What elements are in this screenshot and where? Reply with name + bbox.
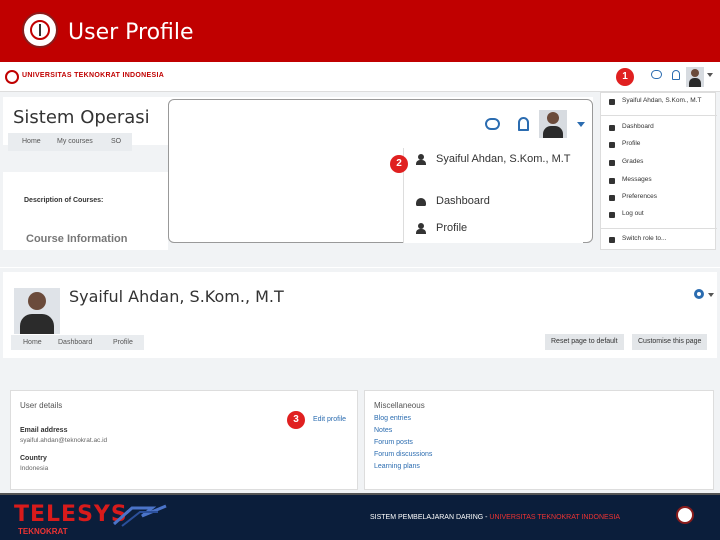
profile-page-screenshot: Syaiful Ahdan, S.Kom., M.T Home Dashboar…: [0, 268, 720, 493]
callout-badge-2: 2: [390, 155, 408, 173]
miscellaneous-title: Miscellaneous: [374, 401, 425, 410]
learning-plans-link[interactable]: Learning plans: [374, 463, 420, 470]
callout-badge-1: 1: [616, 68, 634, 86]
gear-icon[interactable]: [694, 289, 704, 299]
chevron-down-icon[interactable]: [708, 293, 714, 297]
page-title: User Profile: [68, 20, 194, 45]
dashboard-icon: [609, 125, 615, 131]
side-menu-messages[interactable]: Messages: [601, 172, 717, 190]
grades-table-icon: [609, 160, 615, 166]
customise-page-button[interactable]: Customise this page: [632, 334, 708, 350]
user-dropdown-menu: Syaiful Ahdan, S.Kom., M.T Dashboard Pro…: [403, 148, 583, 243]
side-menu-dashboard[interactable]: Dashboard: [601, 119, 717, 137]
chevron-down-icon[interactable]: [577, 122, 585, 127]
forum-posts-link[interactable]: Forum posts: [374, 439, 413, 446]
breadcrumb-dashboard[interactable]: Dashboard: [52, 335, 98, 350]
telesys-logo-text: TELESYS: [14, 502, 128, 527]
side-menu-user-name[interactable]: Syaiful Ahdan, S.Kom., M.T: [601, 93, 717, 111]
person-icon: [416, 154, 426, 165]
person-icon: [609, 99, 615, 105]
university-seal-icon: [676, 506, 694, 524]
menu-user-name[interactable]: Syaiful Ahdan, S.Kom., M.T: [404, 148, 584, 174]
miscellaneous-panel: Miscellaneous Blog entries Notes Forum p…: [364, 390, 714, 490]
profile-name: Syaiful Ahdan, S.Kom., M.T: [69, 287, 284, 306]
callout-badge-3: 3: [287, 411, 305, 429]
footer-caption-a: SISTEM PEMBELAJARAN DARING -: [370, 514, 488, 521]
notifications-bell-icon[interactable]: [672, 70, 680, 80]
breadcrumb-home[interactable]: Home: [16, 133, 47, 151]
menu-item-dashboard-label: Dashboard: [436, 195, 490, 207]
email-label: Email address: [20, 427, 68, 434]
description-label: Description of Courses:: [24, 197, 104, 204]
breadcrumb-my-courses[interactable]: My courses: [51, 133, 99, 151]
side-menu-profile-label: Profile: [622, 140, 641, 147]
zoomed-user-menu: Syaiful Ahdan, S.Kom., M.T Dashboard Pro…: [168, 99, 593, 243]
side-menu-grades[interactable]: Grades: [601, 154, 717, 172]
person-icon: [609, 237, 615, 243]
country-value: Indonesia: [20, 465, 49, 472]
notes-link[interactable]: Notes: [374, 427, 392, 434]
country-label: Country: [20, 455, 47, 462]
user-details-title: User details: [20, 401, 63, 410]
divider: [601, 115, 717, 116]
course-information-heading: Course Information: [26, 233, 128, 245]
telesys-swoosh-icon: [113, 504, 167, 527]
university-name[interactable]: UNIVERSITAS TEKNOKRAT INDONESIA: [22, 72, 164, 79]
breadcrumb-home[interactable]: Home: [17, 335, 48, 350]
side-menu-preferences[interactable]: Preferences: [601, 189, 717, 207]
breadcrumb-profile[interactable]: Profile: [107, 335, 139, 350]
side-menu-grades-label: Grades: [622, 158, 644, 165]
breadcrumb-course[interactable]: SO: [105, 133, 127, 151]
menu-item-dashboard[interactable]: Dashboard: [404, 190, 584, 216]
wrench-icon: [609, 195, 615, 201]
side-menu-dashboard-label: Dashboard: [622, 123, 654, 130]
logout-icon: [609, 212, 615, 218]
side-menu-preferences-label: Preferences: [622, 193, 658, 200]
course-title: Sistem Operasi: [13, 107, 150, 128]
notifications-bell-icon[interactable]: [518, 117, 529, 131]
teknokrat-logo-text: TEKNOKRAT: [18, 527, 68, 536]
user-avatar[interactable]: [686, 67, 704, 87]
menu-item-profile[interactable]: Profile: [404, 217, 584, 243]
side-menu-switch-role-label: Switch role to...: [622, 235, 667, 242]
university-logo-icon[interactable]: [5, 70, 19, 84]
menu-item-profile-label: Profile: [436, 222, 468, 234]
messages-icon[interactable]: [651, 70, 662, 79]
reset-page-button[interactable]: Reset page to default: [545, 334, 624, 350]
user-avatar[interactable]: [539, 110, 567, 138]
person-icon: [416, 223, 426, 234]
top-navbar: UNIVERSITAS TEKNOKRAT INDONESIA 1: [0, 62, 720, 92]
messages-icon[interactable]: [485, 118, 500, 130]
messages-icon: [609, 178, 615, 184]
chevron-down-icon[interactable]: [707, 73, 713, 77]
blog-entries-link[interactable]: Blog entries: [374, 415, 411, 422]
dashboard-icon: [416, 198, 426, 206]
breadcrumb: Home Dashboard Profile: [11, 335, 144, 350]
email-value[interactable]: syaiful.ahdan@teknokrat.ac.id: [20, 437, 107, 444]
footer-caption-b: UNIVERSITAS TEKNOKRAT INDONESIA: [489, 514, 620, 521]
side-user-menu: Syaiful Ahdan, S.Kom., M.T Dashboard Pro…: [600, 92, 717, 250]
divider: [601, 228, 717, 229]
edit-profile-link[interactable]: Edit profile: [313, 416, 346, 423]
side-menu-profile[interactable]: Profile: [601, 136, 717, 154]
side-menu-user-name-label: Syaiful Ahdan, S.Kom., M.T: [622, 97, 702, 104]
breadcrumb: Home My courses SO: [8, 133, 132, 151]
person-icon: [609, 142, 615, 148]
side-menu-messages-label: Messages: [622, 176, 652, 183]
menu-user-name-label: Syaiful Ahdan, S.Kom., M.T: [436, 153, 571, 165]
user-details-panel: User details Edit profile Email address …: [10, 390, 358, 490]
side-menu-logout[interactable]: Log out: [601, 206, 717, 224]
side-menu-switch-role[interactable]: Switch role to...: [601, 231, 717, 249]
side-menu-logout-label: Log out: [622, 210, 644, 217]
forum-discussions-link[interactable]: Forum discussions: [374, 451, 432, 458]
profile-avatar: [14, 288, 60, 334]
footer-caption: SISTEM PEMBELAJARAN DARING - UNIVERSITAS…: [370, 514, 620, 521]
university-seal-icon: [22, 12, 58, 48]
